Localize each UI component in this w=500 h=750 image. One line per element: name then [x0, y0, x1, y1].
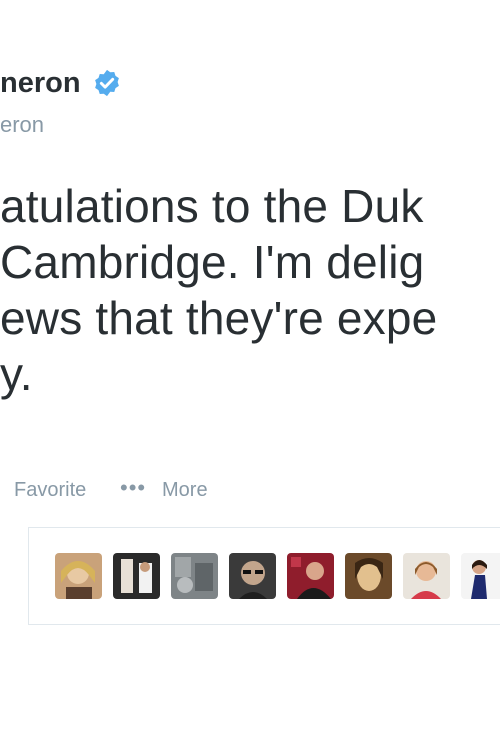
favoriter-avatar-1[interactable] [55, 553, 102, 599]
favorite-button[interactable]: Favorite [14, 476, 86, 504]
favoriter-avatar-3[interactable] [171, 553, 218, 599]
favoriters-avatars [55, 553, 500, 599]
author-name[interactable]: neron [0, 65, 81, 101]
tweet-text-line: ews that they're expe [0, 292, 438, 344]
verified-badge-icon [95, 69, 119, 97]
tweet-text-line: atulations to the Duk [0, 180, 424, 232]
author-handle[interactable]: eron [0, 111, 44, 139]
tweet-text-line: Cambridge. I'm delig [0, 236, 425, 288]
favoriter-avatar-8[interactable] [461, 553, 500, 599]
tweet-text-line: y. [0, 348, 33, 400]
favoriter-avatar-7[interactable] [403, 553, 450, 599]
more-dots-icon[interactable]: ••• [120, 474, 146, 502]
favoriter-avatar-6[interactable] [345, 553, 392, 599]
tweet-text: atulations to the Duk Cambridge. I'm del… [0, 178, 500, 402]
favoriter-avatar-4[interactable] [229, 553, 276, 599]
tweet-page: neron eron atulations to the Duk Cambrid… [0, 0, 500, 750]
more-button[interactable]: More [162, 476, 208, 504]
favoriter-avatar-2[interactable] [113, 553, 160, 599]
favoriter-avatar-5[interactable] [287, 553, 334, 599]
